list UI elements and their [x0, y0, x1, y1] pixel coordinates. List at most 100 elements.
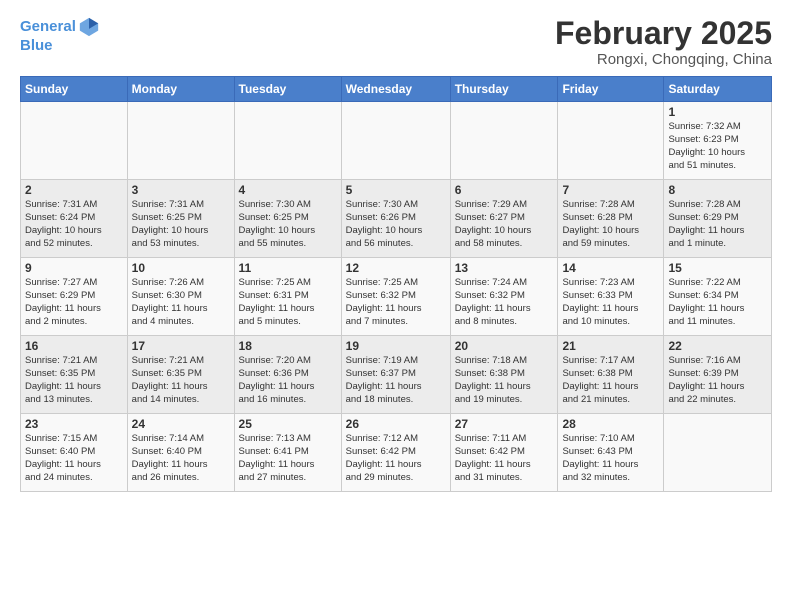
day-number: 24	[132, 417, 230, 431]
day-number: 16	[25, 339, 123, 353]
day-number: 21	[562, 339, 659, 353]
day-number: 27	[455, 417, 554, 431]
header: General Blue February 2025 Rongxi, Chong…	[20, 16, 772, 68]
day-cell: 23 Sunrise: 7:15 AM Sunset: 6:40 PM Dayli…	[21, 414, 128, 492]
day-number: 25	[239, 417, 337, 431]
day-info: Sunrise: 7:14 AM Sunset: 6:40 PM Dayligh…	[132, 433, 230, 484]
day-number: 14	[562, 261, 659, 275]
day-cell	[450, 102, 558, 180]
day-number: 17	[132, 339, 230, 353]
day-cell	[234, 102, 341, 180]
subtitle: Rongxi, Chongqing, China	[555, 51, 772, 68]
day-number: 7	[562, 183, 659, 197]
day-number: 5	[346, 183, 446, 197]
day-info: Sunrise: 7:30 AM Sunset: 6:25 PM Dayligh…	[239, 199, 337, 250]
day-cell: 9 Sunrise: 7:27 AM Sunset: 6:29 PM Daylig…	[21, 258, 128, 336]
day-number: 1	[668, 105, 767, 119]
day-number: 13	[455, 261, 554, 275]
day-info: Sunrise: 7:22 AM Sunset: 6:34 PM Dayligh…	[668, 277, 767, 328]
logo: General Blue	[20, 16, 100, 55]
day-info: Sunrise: 7:27 AM Sunset: 6:29 PM Dayligh…	[25, 277, 123, 328]
day-cell	[21, 102, 128, 180]
day-number: 10	[132, 261, 230, 275]
day-number: 26	[346, 417, 446, 431]
day-cell: 20Sunrise: 7:18 AM Sunset: 6:38 PM Dayli…	[450, 336, 558, 414]
day-cell	[341, 102, 450, 180]
main-title: February 2025	[555, 16, 772, 51]
day-info: Sunrise: 7:12 AM Sunset: 6:42 PM Dayligh…	[346, 433, 446, 484]
logo-text: General	[20, 19, 76, 36]
day-info: Sunrise: 7:15 AM Sunset: 6:40 PM Dayligh…	[25, 433, 123, 484]
day-info: Sunrise: 7:26 AM Sunset: 6:30 PM Dayligh…	[132, 277, 230, 328]
title-block: February 2025 Rongxi, Chongqing, China	[555, 16, 772, 68]
day-number: 11	[239, 261, 337, 275]
week-row-1: 1Sunrise: 7:32 AM Sunset: 6:23 PM Daylig…	[21, 102, 772, 180]
day-cell: 4 Sunrise: 7:30 AM Sunset: 6:25 PM Daylig…	[234, 180, 341, 258]
day-info: Sunrise: 7:30 AM Sunset: 6:26 PM Dayligh…	[346, 199, 446, 250]
day-info: Sunrise: 7:29 AM Sunset: 6:27 PM Dayligh…	[455, 199, 554, 250]
week-row-4: 16 Sunrise: 7:21 AM Sunset: 6:35 PM Dayli…	[21, 336, 772, 414]
day-cell: 6 Sunrise: 7:29 AM Sunset: 6:27 PM Daylig…	[450, 180, 558, 258]
day-cell	[127, 102, 234, 180]
day-cell: 27 Sunrise: 7:11 AM Sunset: 6:42 PM Dayli…	[450, 414, 558, 492]
day-cell: 18 Sunrise: 7:20 AM Sunset: 6:36 PM Dayli…	[234, 336, 341, 414]
weekday-sunday: Sunday	[21, 77, 128, 102]
day-cell: 16 Sunrise: 7:21 AM Sunset: 6:35 PM Dayli…	[21, 336, 128, 414]
day-number: 4	[239, 183, 337, 197]
day-info: Sunrise: 7:19 AM Sunset: 6:37 PM Dayligh…	[346, 355, 446, 406]
day-info: Sunrise: 7:16 AM Sunset: 6:39 PM Dayligh…	[668, 355, 767, 406]
day-info: Sunrise: 7:21 AM Sunset: 6:35 PM Dayligh…	[25, 355, 123, 406]
day-cell: 2Sunrise: 7:31 AM Sunset: 6:24 PM Daylig…	[21, 180, 128, 258]
day-cell: 5 Sunrise: 7:30 AM Sunset: 6:26 PM Daylig…	[341, 180, 450, 258]
day-info: Sunrise: 7:25 AM Sunset: 6:31 PM Dayligh…	[239, 277, 337, 328]
day-cell	[558, 102, 664, 180]
day-info: Sunrise: 7:13 AM Sunset: 6:41 PM Dayligh…	[239, 433, 337, 484]
day-info: Sunrise: 7:31 AM Sunset: 6:25 PM Dayligh…	[132, 199, 230, 250]
day-cell: 13 Sunrise: 7:24 AM Sunset: 6:32 PM Dayli…	[450, 258, 558, 336]
day-cell	[664, 414, 772, 492]
day-cell: 12Sunrise: 7:25 AM Sunset: 6:32 PM Dayli…	[341, 258, 450, 336]
day-info: Sunrise: 7:10 AM Sunset: 6:43 PM Dayligh…	[562, 433, 659, 484]
week-row-5: 23 Sunrise: 7:15 AM Sunset: 6:40 PM Dayli…	[21, 414, 772, 492]
day-number: 18	[239, 339, 337, 353]
day-cell: 14Sunrise: 7:23 AM Sunset: 6:33 PM Dayli…	[558, 258, 664, 336]
day-info: Sunrise: 7:24 AM Sunset: 6:32 PM Dayligh…	[455, 277, 554, 328]
day-info: Sunrise: 7:20 AM Sunset: 6:36 PM Dayligh…	[239, 355, 337, 406]
day-cell: 25 Sunrise: 7:13 AM Sunset: 6:41 PM Dayli…	[234, 414, 341, 492]
day-cell: 1Sunrise: 7:32 AM Sunset: 6:23 PM Daylig…	[664, 102, 772, 180]
calendar-table: SundayMondayTuesdayWednesdayThursdayFrid…	[20, 76, 772, 492]
page: General Blue February 2025 Rongxi, Chong…	[0, 0, 792, 612]
day-number: 19	[346, 339, 446, 353]
day-cell: 3 Sunrise: 7:31 AM Sunset: 6:25 PM Daylig…	[127, 180, 234, 258]
day-cell: 10 Sunrise: 7:26 AM Sunset: 6:30 PM Dayli…	[127, 258, 234, 336]
day-number: 8	[668, 183, 767, 197]
day-info: Sunrise: 7:11 AM Sunset: 6:42 PM Dayligh…	[455, 433, 554, 484]
day-number: 23	[25, 417, 123, 431]
day-number: 3	[132, 183, 230, 197]
logo-icon	[78, 16, 100, 38]
day-number: 9	[25, 261, 123, 275]
day-cell: 17 Sunrise: 7:21 AM Sunset: 6:35 PM Dayli…	[127, 336, 234, 414]
day-cell: 28 Sunrise: 7:10 AM Sunset: 6:43 PM Dayli…	[558, 414, 664, 492]
weekday-monday: Monday	[127, 77, 234, 102]
day-cell: 19 Sunrise: 7:19 AM Sunset: 6:37 PM Dayli…	[341, 336, 450, 414]
weekday-header-row: SundayMondayTuesdayWednesdayThursdayFrid…	[21, 77, 772, 102]
day-number: 15	[668, 261, 767, 275]
weekday-friday: Friday	[558, 77, 664, 102]
day-number: 12	[346, 261, 446, 275]
day-cell: 8Sunrise: 7:28 AM Sunset: 6:29 PM Daylig…	[664, 180, 772, 258]
weekday-tuesday: Tuesday	[234, 77, 341, 102]
day-info: Sunrise: 7:17 AM Sunset: 6:38 PM Dayligh…	[562, 355, 659, 406]
day-cell: 22 Sunrise: 7:16 AM Sunset: 6:39 PM Dayli…	[664, 336, 772, 414]
day-cell: 15 Sunrise: 7:22 AM Sunset: 6:34 PM Dayli…	[664, 258, 772, 336]
day-info: Sunrise: 7:21 AM Sunset: 6:35 PM Dayligh…	[132, 355, 230, 406]
logo-blue-text: Blue	[20, 38, 100, 55]
week-row-3: 9 Sunrise: 7:27 AM Sunset: 6:29 PM Daylig…	[21, 258, 772, 336]
day-number: 22	[668, 339, 767, 353]
day-cell: 7Sunrise: 7:28 AM Sunset: 6:28 PM Daylig…	[558, 180, 664, 258]
day-info: Sunrise: 7:18 AM Sunset: 6:38 PM Dayligh…	[455, 355, 554, 406]
day-cell: 11 Sunrise: 7:25 AM Sunset: 6:31 PM Dayli…	[234, 258, 341, 336]
day-number: 28	[562, 417, 659, 431]
day-number: 6	[455, 183, 554, 197]
day-cell: 24 Sunrise: 7:14 AM Sunset: 6:40 PM Dayli…	[127, 414, 234, 492]
